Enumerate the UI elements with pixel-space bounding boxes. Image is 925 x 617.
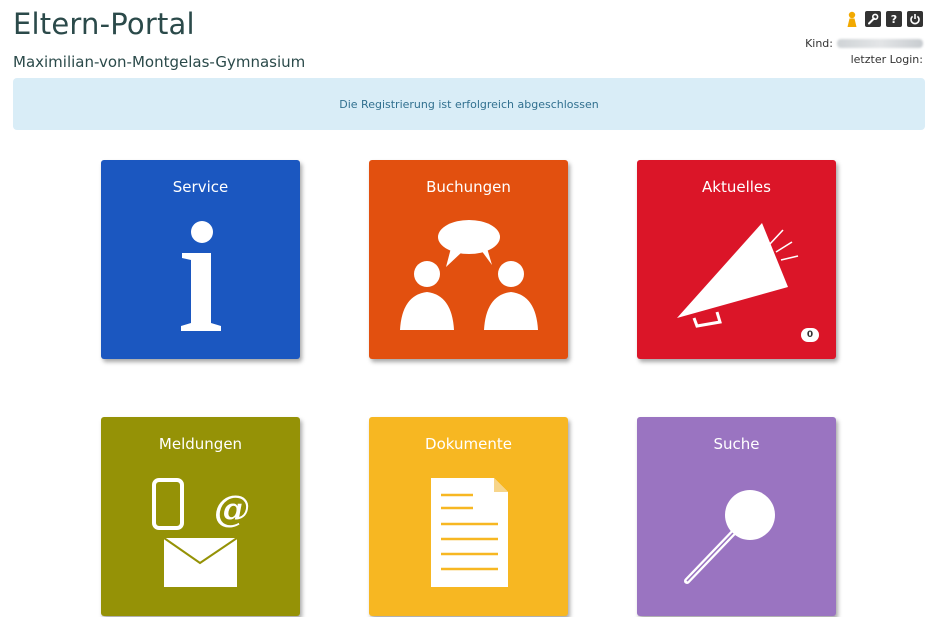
tile-aktuelles[interactable]: Aktuelles 0 bbox=[637, 160, 836, 359]
tile-label: Suche bbox=[713, 435, 760, 453]
tile-label: Meldungen bbox=[158, 435, 243, 453]
power-icon[interactable] bbox=[907, 11, 923, 27]
user-icon[interactable] bbox=[844, 11, 860, 27]
wrench-icon[interactable] bbox=[865, 11, 881, 27]
tile-buchungen[interactable]: Buchungen bbox=[369, 160, 568, 359]
news-count-badge: 0 bbox=[801, 328, 819, 342]
app-title: Eltern-Portal bbox=[13, 7, 195, 41]
tile-label: Aktuelles bbox=[702, 178, 771, 196]
svg-text:@: @ bbox=[214, 488, 250, 530]
kind-label: Kind: bbox=[805, 37, 833, 50]
school-name: Maximilian-von-Montgelas-Gymnasium bbox=[13, 53, 306, 71]
tile-suche[interactable]: Suche bbox=[637, 417, 836, 616]
top-toolbar: ? bbox=[844, 11, 923, 27]
tile-label: Dokumente bbox=[425, 435, 512, 453]
help-icon[interactable]: ? bbox=[886, 11, 902, 27]
last-login: letzter Login: bbox=[850, 53, 923, 66]
success-alert: Die Registrierung ist erfolgreich abgesc… bbox=[13, 78, 925, 130]
tile-label: Service bbox=[172, 178, 229, 196]
tile-service[interactable]: Service bbox=[101, 160, 300, 359]
child-selector: Kind: bbox=[805, 37, 923, 50]
child-name-redacted[interactable] bbox=[837, 39, 923, 48]
tile-dokumente[interactable]: Dokumente bbox=[369, 417, 568, 616]
tile-meldungen[interactable]: @ Meldungen bbox=[101, 417, 300, 616]
alert-message: Die Registrierung ist erfolgreich abgesc… bbox=[339, 97, 599, 111]
tile-label: Buchungen bbox=[426, 178, 511, 196]
